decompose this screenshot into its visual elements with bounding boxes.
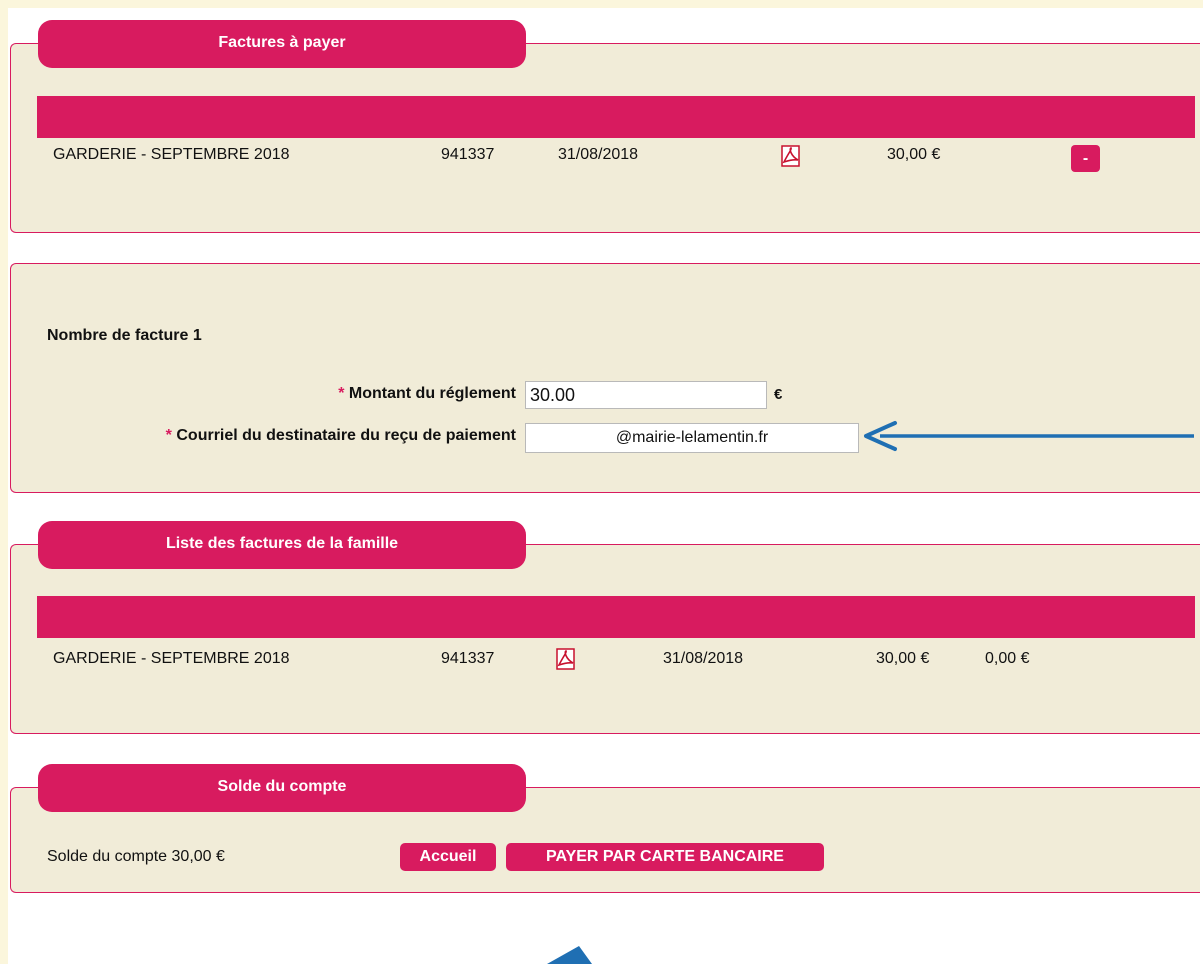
remove-invoice-button[interactable]: - [1071,145,1100,172]
factures-a-payer-header-bar [37,96,1195,138]
required-mark: * [338,385,345,402]
invoice-number: 941337 [441,650,495,667]
invoice-remaining: 0,00 € [985,650,1030,667]
solde-tab: Solde du compte [38,764,526,812]
pdf-icon[interactable] [555,648,577,670]
invoice-count: Nombre de facture 1 [47,327,202,344]
accueil-button[interactable]: Accueil [400,843,496,871]
invoice-label: GARDERIE - SEPTEMBRE 2018 [53,146,290,163]
factures-a-payer-tab: Factures à payer [38,20,526,68]
invoice-date: 31/08/2018 [663,650,744,667]
courriel-label: * Courriel du destinataire du reçu de pa… [166,427,516,445]
liste-factures-tab: Liste des factures de la famille [38,521,526,569]
required-mark: * [165,427,172,444]
pdf-icon[interactable] [780,145,802,167]
montant-input[interactable] [525,381,767,409]
solde-text: Solde du compte 30,00 € [47,848,225,865]
factures-a-payer-panel [10,43,1200,233]
courriel-label-text: Courriel du destinataire du reçu de paie… [176,427,516,444]
payer-carte-button[interactable]: PAYER PAR CARTE BANCAIRE [506,843,824,871]
liste-factures-panel [10,544,1200,734]
courriel-input[interactable] [525,423,859,453]
invoice-number: 941337 [441,146,495,163]
invoice-date: 31/08/2018 [558,146,639,163]
invoice-amount: 30,00 € [876,650,930,667]
invoice-amount: 30,00 € [887,146,941,163]
currency-symbol: € [774,386,783,403]
montant-label-text: Montant du réglement [348,385,516,402]
reglement-panel [10,263,1200,493]
invoice-label: GARDERIE - SEPTEMBRE 2018 [53,650,290,667]
liste-factures-header-bar [37,596,1195,638]
montant-label: * Montant du réglement [338,385,516,403]
